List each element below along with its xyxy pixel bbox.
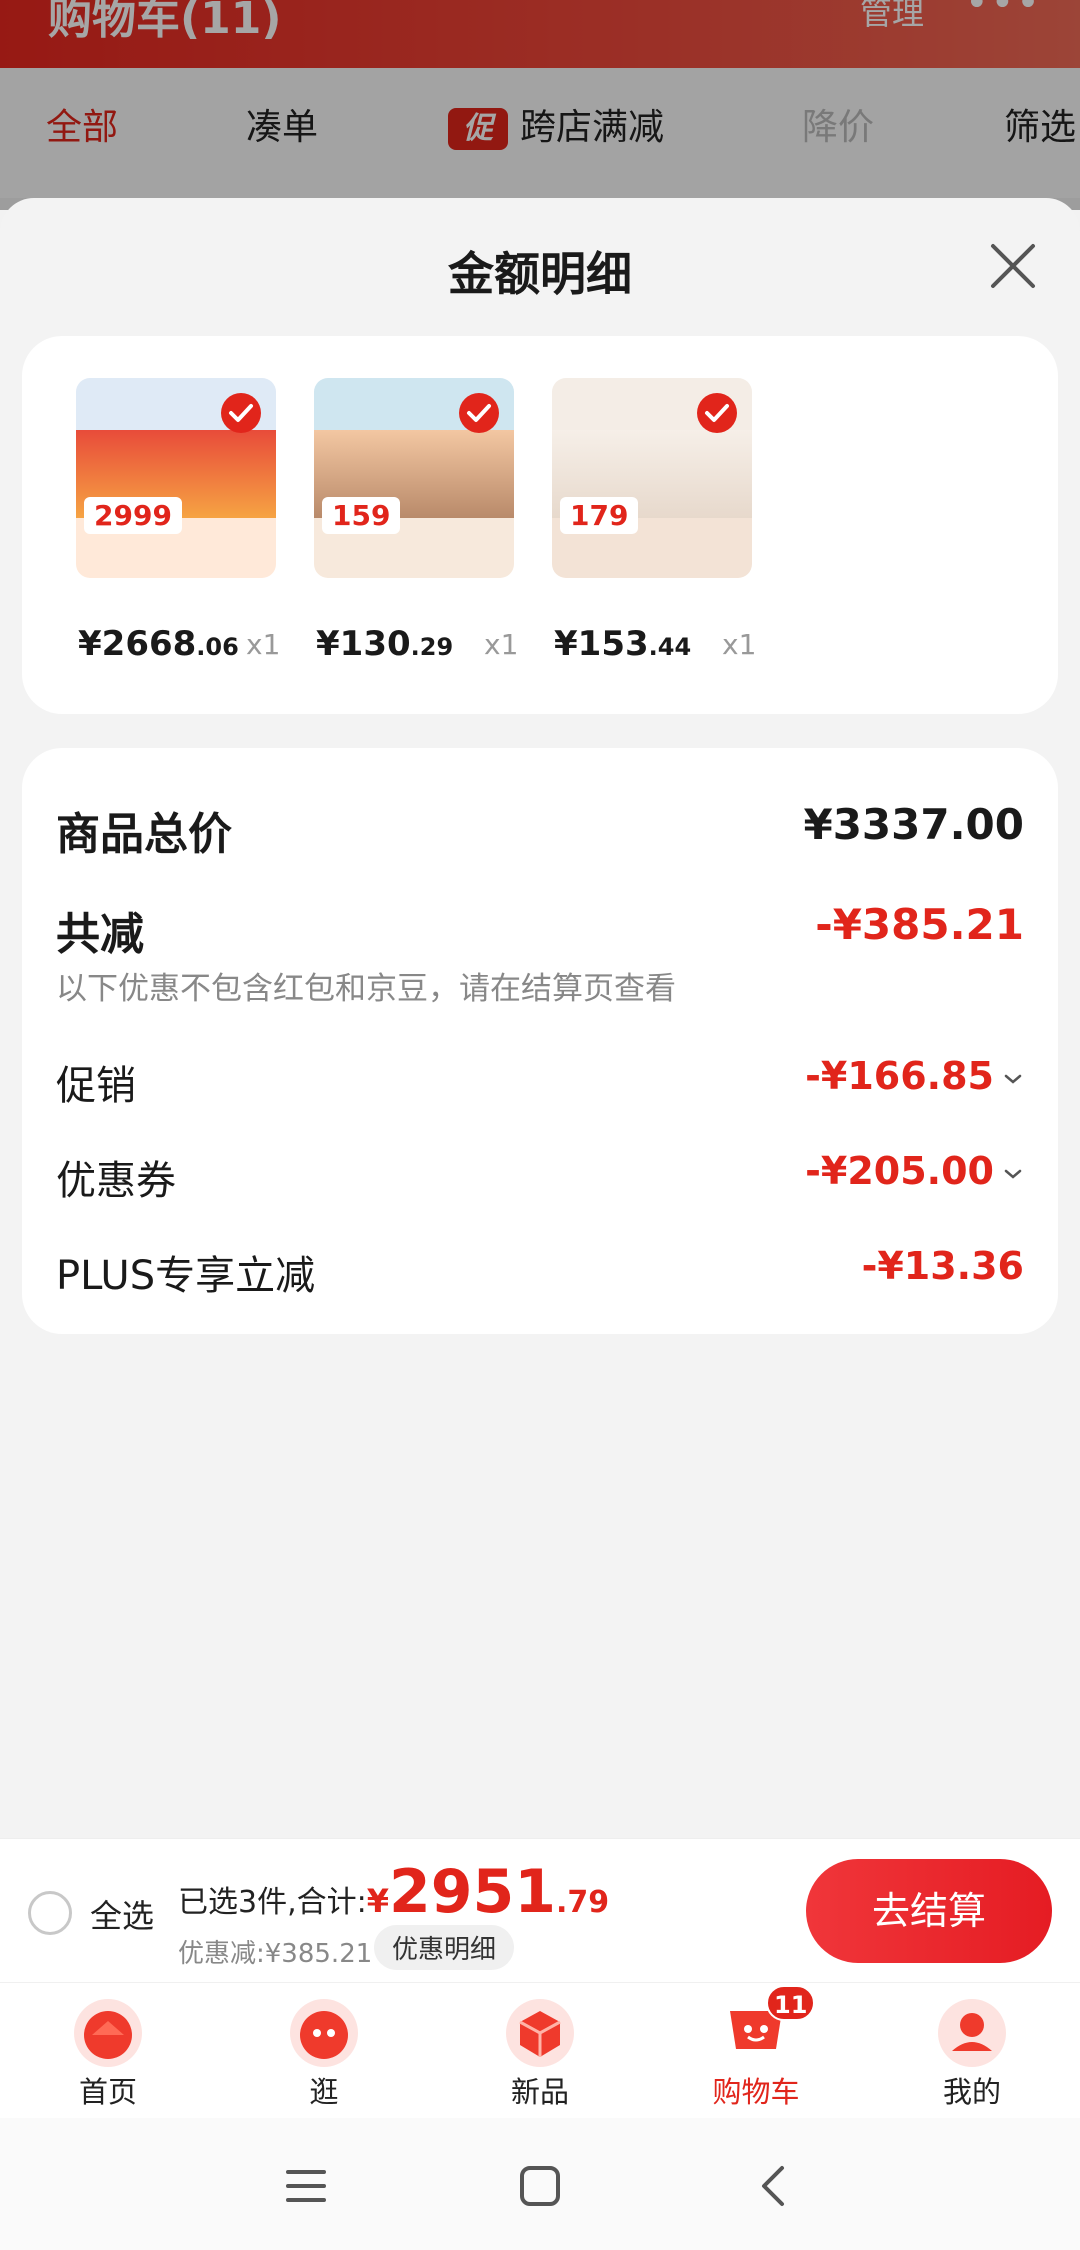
product-item[interactable]: 179 ¥153.44 x1 (552, 378, 756, 664)
promo-row-value[interactable]: -¥166.85 (805, 1054, 1024, 1098)
coupon-label: 优惠券 (56, 1158, 176, 1204)
chevron-down-icon (1004, 1169, 1022, 1179)
close-icon[interactable] (985, 238, 1041, 294)
tab-label: 首页 (78, 2075, 137, 2109)
plus-label: PLUS专享立减 (56, 1253, 316, 1299)
total-value: ¥3337.00 (803, 800, 1024, 849)
tab-label: 购物车 (712, 2075, 800, 2109)
selected-check-icon (697, 393, 737, 433)
product-qty: x1 (246, 628, 281, 661)
user-icon (938, 1999, 1006, 2067)
system-nav-bar (0, 2118, 1080, 2250)
checkout-bar: 全选 已选3件,合计:¥2951.79 优惠减:¥385.21 优惠明细 去结算 (0, 1838, 1080, 1982)
product-list-card: 2999 ¥2668.06 x1 159 ¥130.29 x1 179 ¥153… (22, 336, 1058, 714)
product-thumbnail: 2999 (76, 378, 276, 578)
product-thumbnail: 159 (314, 378, 514, 578)
product-qty: x1 (722, 628, 757, 661)
product-price: ¥2668.06 (78, 624, 239, 664)
total-label: 商品总价 (56, 809, 232, 860)
dim-overlay[interactable] (0, 0, 1080, 210)
product-item[interactable]: 159 ¥130.29 x1 (314, 378, 518, 664)
tab-home[interactable]: 首页 (0, 1983, 216, 2119)
thumb-price-tag: 2999 (84, 497, 182, 534)
back-icon[interactable] (746, 2158, 802, 2214)
product-qty: x1 (484, 628, 519, 661)
product-thumbnail: 179 (552, 378, 752, 578)
menu-icon[interactable] (278, 2158, 334, 2214)
thumb-price-tag: 159 (322, 497, 401, 534)
reduce-label: 共减 (56, 909, 144, 960)
tab-label: 我的 (942, 2075, 1001, 2109)
product-price: ¥153.44 (554, 624, 692, 664)
tab-label: 逛 (309, 2075, 339, 2109)
amount-breakdown-card: 商品总价 ¥3337.00 共减 -¥385.21 以下优惠不包含红包和京豆，请… (22, 748, 1058, 1334)
select-all-label[interactable]: 全选 (90, 1891, 154, 1937)
product-item[interactable]: 2999 ¥2668.06 x1 (76, 378, 280, 664)
reduce-hint: 以下优惠不包含红包和京豆，请在结算页查看 (56, 971, 676, 1007)
coupon-row-value[interactable]: -¥205.00 (805, 1149, 1024, 1193)
reduce-value: -¥385.21 (815, 900, 1024, 949)
sheet-title: 金额明细 (448, 247, 632, 301)
home-icon (74, 1999, 142, 2067)
discount-text: 优惠减:¥385.21 (178, 1939, 373, 1969)
chevron-down-icon (1004, 1074, 1022, 1084)
discount-detail-button[interactable]: 优惠明细 (374, 1925, 515, 1970)
selected-check-icon (221, 393, 261, 433)
tab-new[interactable]: 新品 (432, 1983, 648, 2119)
selected-check-icon (459, 393, 499, 433)
explore-icon (290, 1999, 358, 2067)
tab-profile[interactable]: 我的 (864, 1983, 1080, 2119)
plus-value: -¥13.36 (861, 1244, 1024, 1288)
new-box-icon (506, 1999, 574, 2067)
amount-detail-sheet: 金额明细 2999 ¥2668.06 x1 159 ¥130.29 x1 179… (0, 198, 1080, 1838)
checkout-button[interactable]: 去结算 (806, 1859, 1052, 1963)
promo-label: 促销 (56, 1063, 136, 1109)
product-price: ¥130.29 (316, 624, 454, 664)
bottom-tab-bar: 首页 逛 新品 11 购物车 我的 (0, 1982, 1080, 2118)
tab-explore[interactable]: 逛 (216, 1983, 432, 2119)
tab-cart[interactable]: 11 购物车 (648, 1983, 864, 2119)
tab-label: 新品 (510, 2075, 569, 2109)
home-square-icon[interactable] (512, 2158, 568, 2214)
select-all-radio[interactable] (28, 1891, 72, 1935)
cart-count-badge: 11 (766, 1985, 816, 2021)
order-summary: 已选3件,合计:¥2951.79 (178, 1857, 610, 1927)
thumb-price-tag: 179 (560, 497, 639, 534)
